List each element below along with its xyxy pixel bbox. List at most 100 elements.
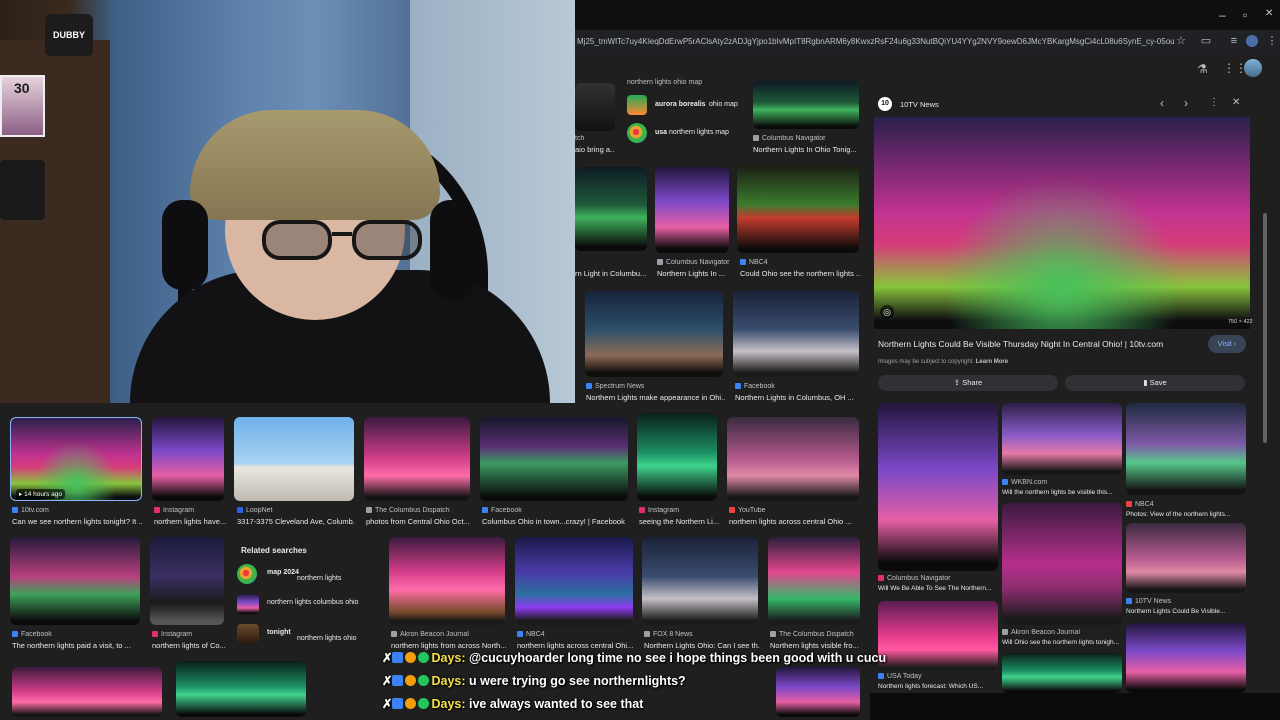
next-icon[interactable]: › [1184,96,1188,110]
result-title[interactable]: Northern Lights make appearance in Ohi..… [586,393,726,402]
result-thumb[interactable] [480,417,628,501]
result-thumb[interactable] [655,167,729,253]
maximize-button[interactable]: ▫ [1243,8,1247,22]
result-thumb[interactable] [575,167,647,251]
result-title[interactable]: northern lights across central Ohio ... [729,517,861,526]
result-source: Instagram [154,507,228,514]
close-window-button[interactable]: ✕ [1265,8,1273,19]
related-thumb [237,594,259,614]
suggestion-item[interactable]: northern lights ohio map [627,79,741,89]
related-source: USA Today [878,673,998,680]
chat-message: ✗ Days: ive always wanted to see that [382,694,882,717]
account-avatar[interactable] [1244,59,1262,77]
suggestion-rest: northern lights map [669,129,729,136]
chat-username: Days: [431,674,466,688]
result-title[interactable]: Columbus Ohio in town...crazy! | Faceboo… [482,517,630,526]
result-thumb[interactable] [150,537,224,625]
result-title[interactable]: northern lights have... [154,517,228,526]
result-title[interactable]: Could Ohio see the northern lights ... [740,269,860,278]
suggestion-item[interactable]: aurora borealis ohio map [627,95,741,117]
related-source: WKBN.com [1002,479,1122,486]
result-thumb[interactable] [575,83,615,131]
image-detail-panel: 10 10TV News ‹ › ⋮ ✕ ◎ 750 × 422 Norther… [870,83,1260,693]
extensions-icon[interactable]: ≡ [1228,35,1240,47]
panel-source-name[interactable]: 10TV News [900,100,939,109]
result-thumb[interactable] [389,537,505,625]
minimize-button[interactable]: – [1219,8,1226,22]
browser-menu-icon[interactable]: ⋮ [1266,35,1278,47]
result-thumb[interactable] [12,667,162,717]
cast-icon[interactable]: ▭ [1200,35,1212,47]
result-thumb[interactable] [637,413,717,501]
result-title[interactable]: Northern Lights in Columbus, OH ... [735,393,861,402]
more-options-icon[interactable]: ⋮ [1209,97,1219,108]
related-image[interactable] [1126,523,1246,593]
result-title[interactable]: rn Light in Columbu... [575,269,647,278]
related-image[interactable] [878,403,998,571]
related-title[interactable]: Will Ohio see the northern lights tonigh… [1002,639,1122,646]
related-image[interactable] [1002,503,1122,625]
result-title[interactable]: The northern lights paid a visit, to ... [12,641,142,650]
result-thumb[interactable] [727,417,859,501]
share-button[interactable]: ⇪ Share [878,375,1058,391]
result-title[interactable]: photos from Central Ohio Oct... [366,517,472,526]
scrollbar-thumb[interactable] [1263,213,1267,443]
panel-title[interactable]: Northern Lights Could Be Visible Thursda… [878,339,1198,349]
related-image[interactable] [878,601,998,671]
learn-more-link[interactable]: Learn More [976,359,1008,365]
suggestion-rest: ohio map [709,101,738,108]
bits-badge-icon [405,675,417,686]
result-thumb[interactable] [753,81,859,129]
labs-flask-icon[interactable]: ⚗ [1197,62,1208,76]
graffiti-sticker [0,160,45,220]
result-thumb[interactable] [515,537,633,625]
address-bar-url[interactable]: Mj25_tmWlTc7uy4KIeqDdErwP5rAClsAty2zADJg… [575,32,1175,52]
result-thumb[interactable] [768,537,860,625]
result-title[interactable]: Can we see northern lights tonight? It .… [12,517,142,526]
main-image[interactable] [874,117,1250,329]
suggestion-item[interactable]: usa northern lights map [627,123,741,145]
result-title[interactable]: aio bring a... [575,145,615,154]
related-search-item[interactable]: northern lights columbus ohio [237,593,377,615]
result-thumb[interactable] [176,661,306,717]
suggestion-thumb [627,95,647,115]
related-source: NBC4 [1126,501,1246,508]
related-title[interactable]: Northern lights forecast: Which US... [878,683,998,690]
result-source: Instagram [152,631,226,638]
close-panel-icon[interactable]: ✕ [1232,97,1240,108]
result-title[interactable]: Northern Lights In ... [657,269,737,278]
related-search-item[interactable]: tonight northern lights ohio [237,623,377,645]
related-image[interactable] [1002,403,1122,475]
save-button[interactable]: ▮ Save [1065,375,1245,391]
profile-avatar[interactable] [1246,35,1258,47]
related-title[interactable]: Will We Be Able To See The Northern... [878,585,998,592]
result-thumb[interactable] [10,537,140,625]
chat-username: Days: [431,697,466,711]
result-title[interactable]: Northern Lights In Ohio Tonig... [753,145,863,154]
related-image[interactable] [1126,623,1246,693]
bookmark-star-icon[interactable]: ☆ [1175,35,1187,47]
related-title[interactable]: Will the northern lights be visible this… [1002,489,1122,496]
result-thumb[interactable] [733,291,859,377]
previous-icon[interactable]: ‹ [1160,96,1164,110]
result-thumb[interactable] [364,417,470,501]
result-title[interactable]: northern lights of Co... [152,641,226,650]
result-thumb[interactable] [642,537,758,625]
related-title[interactable]: Photos: View of the northern lights... [1126,511,1246,518]
result-thumb[interactable] [234,417,354,501]
visit-button[interactable]: Visit › [1208,335,1246,353]
related-image[interactable] [1002,653,1122,693]
related-image[interactable] [1126,403,1246,495]
lens-search-icon[interactable]: ◎ [880,305,894,319]
sword-icon: ✗ [382,674,393,688]
stream-chat-overlay: ✗ Days: @cucuyhoarder long time no see i … [382,648,886,717]
result-title[interactable]: 3317-3375 Cleveland Ave, Columb... [237,517,355,526]
scrollbar[interactable] [1258,83,1280,693]
result-thumb[interactable] [737,165,859,253]
result-title[interactable]: seeing the Northern Li... [639,517,719,526]
result-thumb[interactable] [585,291,723,377]
related-search-item[interactable]: northern lights map 2024 [237,563,377,585]
related-thumb [237,624,259,644]
related-title[interactable]: Northern Lights Could Be Visible... [1126,608,1246,615]
result-thumb[interactable] [152,417,224,501]
